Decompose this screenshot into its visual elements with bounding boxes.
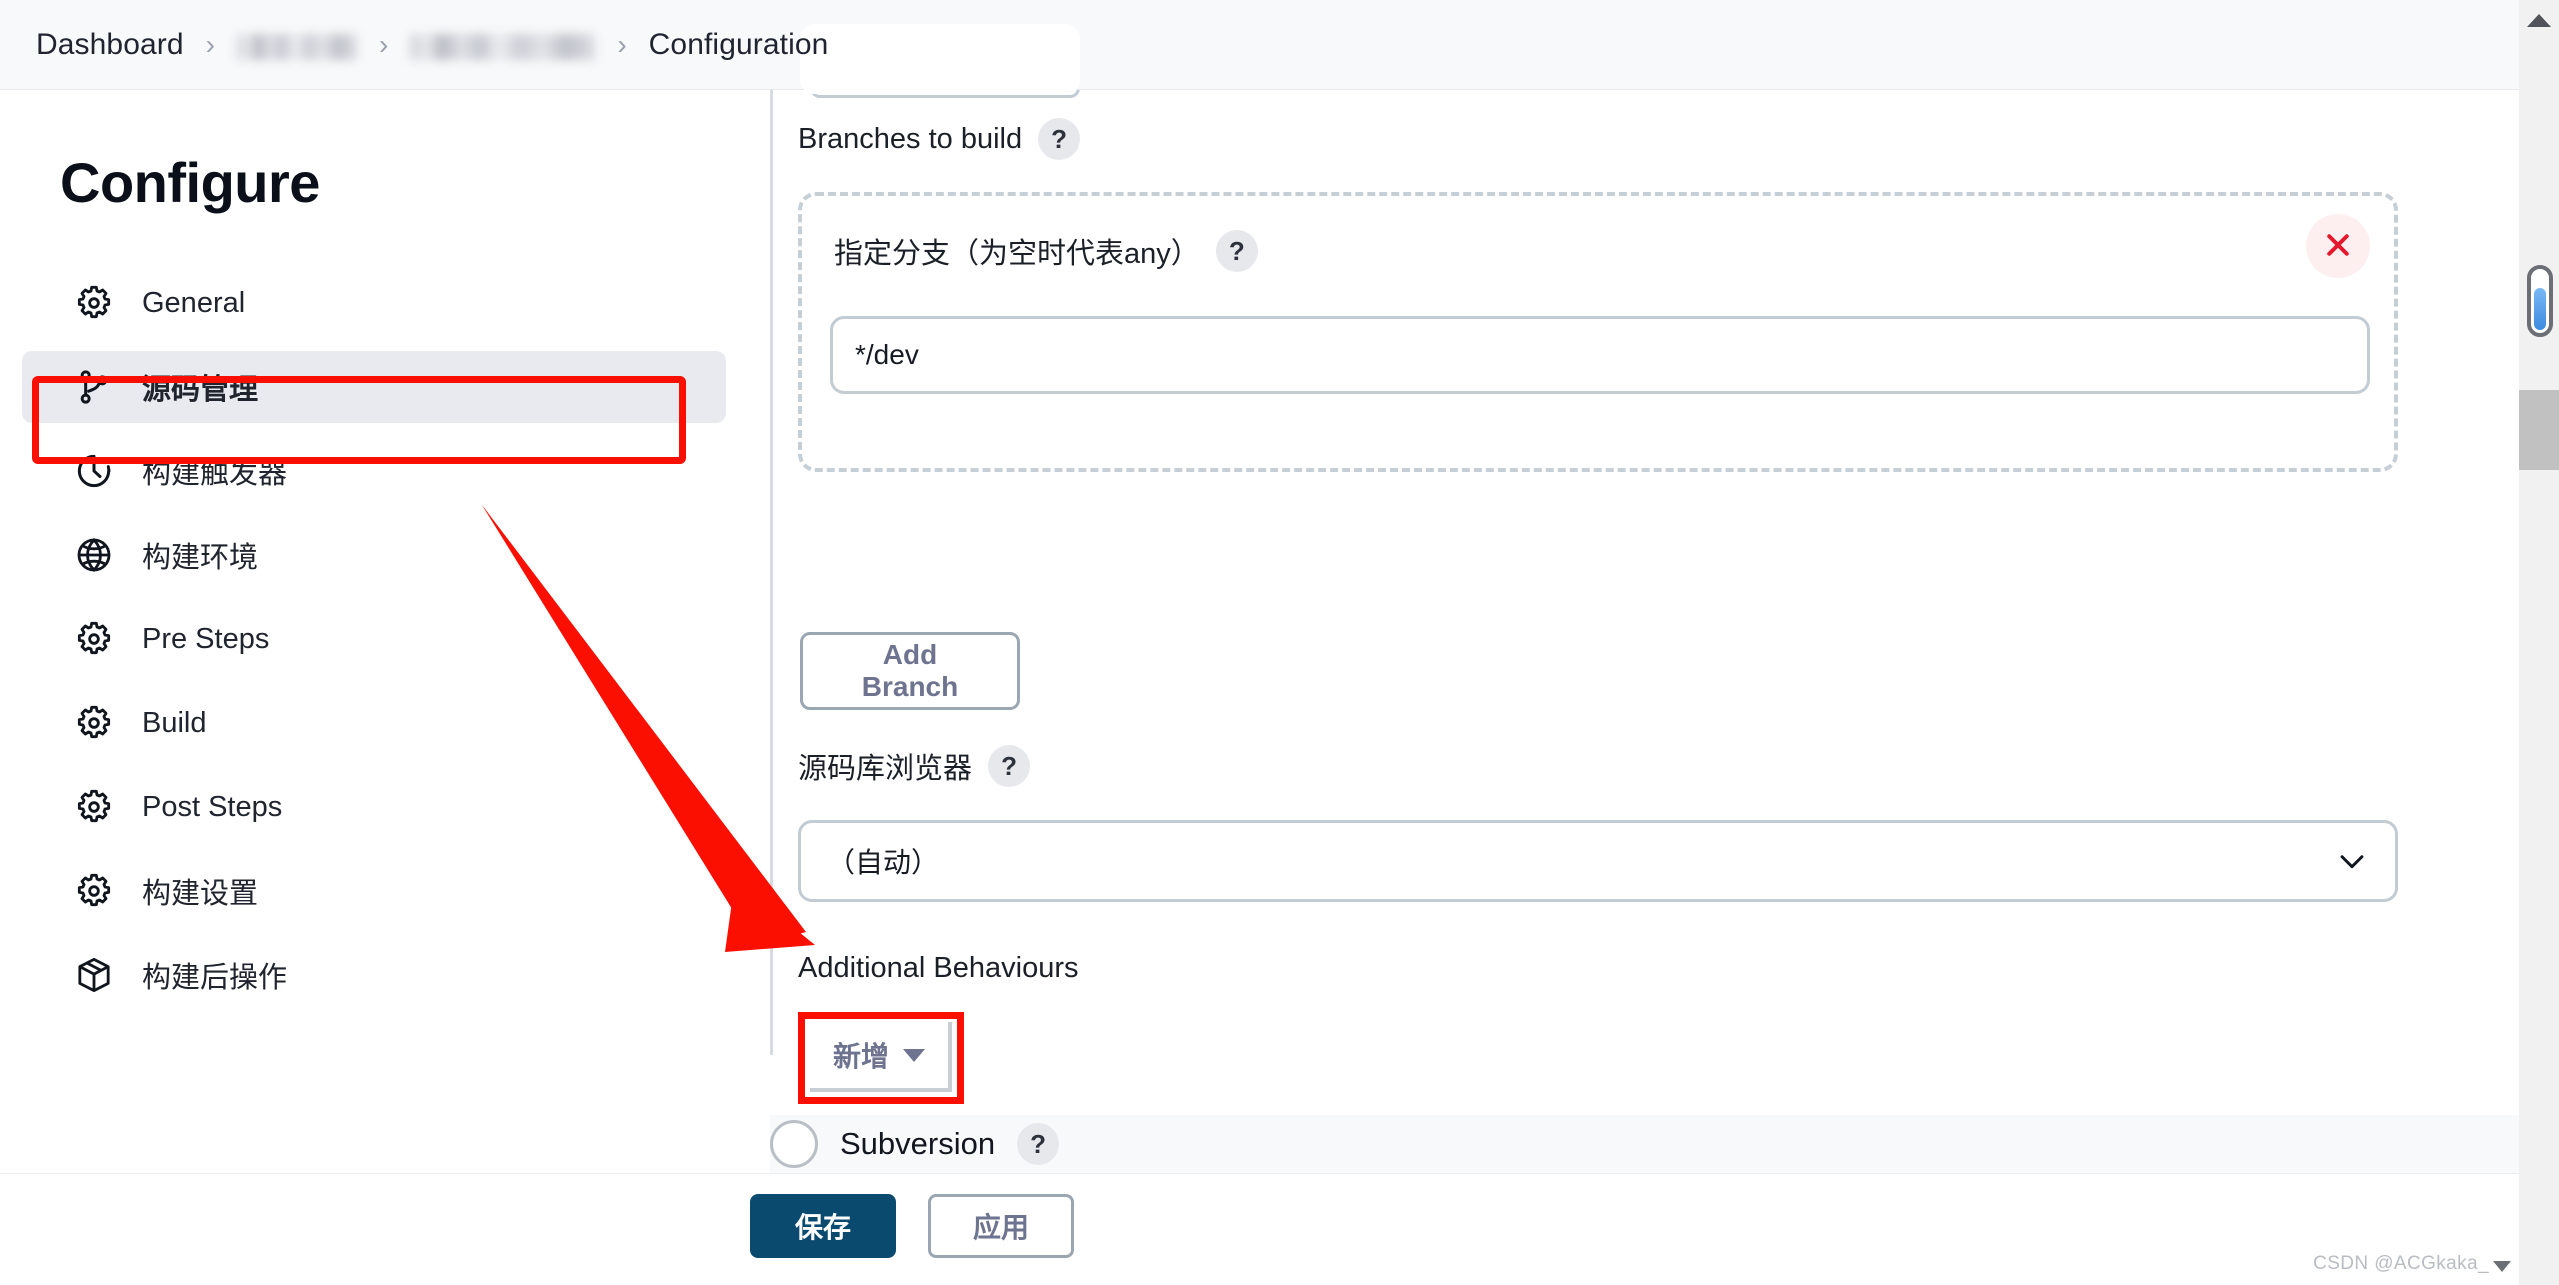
breadcrumb-item-configuration[interactable]: Configuration — [649, 28, 829, 62]
sidebar-item-label: Pre Steps — [142, 622, 270, 655]
add-branch-button[interactable]: Add Branch — [800, 632, 1020, 710]
breadcrumb-ghost-tab — [800, 24, 1080, 94]
scrollbar-thumb[interactable] — [2519, 390, 2559, 470]
remove-branch-button[interactable] — [2306, 214, 2370, 278]
sidebar-item-build-settings[interactable]: 构建设置 — [22, 855, 726, 927]
sidebar-item-general[interactable]: General — [22, 267, 726, 339]
page-title: Configure — [60, 151, 320, 214]
gear-icon — [74, 871, 114, 911]
breadcrumb: Dashboard › › › Configuration — [0, 0, 2519, 94]
close-icon — [2323, 230, 2353, 263]
sidebar-item-label: General — [142, 286, 246, 319]
sidebar-item-label: 源码管理 — [142, 374, 259, 406]
sidebar: Configure General 源码管理 构建触发器 构建环境 Pre St… — [0, 90, 770, 1285]
sidebar-item-post-build-actions[interactable]: 构建后操作 — [22, 939, 726, 1011]
scroll-marker-fill — [2534, 288, 2546, 330]
sidebar-item-post-steps[interactable]: Post Steps — [22, 771, 726, 843]
save-button[interactable]: 保存 — [750, 1194, 896, 1258]
add-behaviour-label: 新增 — [832, 1041, 889, 1072]
sidebar-item-build[interactable]: Build — [22, 687, 726, 759]
sidebar-item-build-environment[interactable]: 构建环境 — [22, 519, 726, 591]
breadcrumb-item-dashboard[interactable]: Dashboard — [36, 28, 184, 62]
breadcrumb-separator: › — [379, 28, 389, 60]
scroll-position-marker — [2527, 265, 2553, 337]
clock-icon — [74, 451, 114, 491]
help-icon[interactable]: ? — [1215, 230, 1258, 272]
sidebar-item-source-code-management[interactable]: 源码管理 — [22, 351, 726, 423]
gear-icon — [74, 787, 114, 827]
sidebar-item-label: 构建设置 — [142, 878, 259, 910]
branch-specifier-input[interactable] — [830, 316, 2370, 394]
sidebar-item-build-triggers[interactable]: 构建触发器 — [22, 435, 726, 507]
breadcrumb-separator: › — [617, 28, 627, 60]
main-panel: Branches to build ? 指定分支（为空时代表any） ? Add… — [770, 68, 2519, 1285]
footer-action-bar: 保存 应用 — [0, 1173, 2559, 1285]
sidebar-item-label: 构建触发器 — [142, 458, 288, 490]
gear-icon — [74, 283, 114, 323]
help-icon[interactable]: ? — [1017, 1123, 1060, 1165]
gear-icon — [74, 703, 114, 743]
help-icon[interactable]: ? — [988, 745, 1031, 787]
vertical-scrollbar[interactable] — [2519, 0, 2559, 1285]
subversion-option-row[interactable]: Subversion ? — [770, 1115, 2519, 1173]
watermark: CSDN @ACGkaka_ — [2313, 1253, 2511, 1275]
section-vertical-rule — [770, 90, 773, 1055]
branch-specifier-label: 指定分支（为空时代表any） ? — [834, 230, 1258, 272]
help-icon[interactable]: ? — [1038, 118, 1081, 160]
sidebar-item-pre-steps[interactable]: Pre Steps — [22, 603, 726, 675]
repository-browser-selected-value: （自动） — [827, 847, 940, 878]
watermark-caret-icon — [2493, 1260, 2511, 1272]
package-icon — [74, 955, 114, 995]
subversion-radio[interactable] — [770, 1120, 818, 1168]
sidebar-nav: General 源码管理 构建触发器 构建环境 Pre Steps Build … — [0, 261, 770, 1017]
chevron-down-icon — [2335, 844, 2369, 878]
git-branch-icon — [74, 367, 114, 407]
breadcrumb-separator: › — [205, 28, 215, 60]
repository-browser-label: 源码库浏览器 ? — [798, 745, 1031, 787]
branch-entry-block: 指定分支（为空时代表any） ? — [798, 192, 2398, 472]
additional-behaviours-label: Additional Behaviours — [798, 952, 1079, 984]
globe-icon — [74, 535, 114, 575]
sidebar-item-label: Build — [142, 706, 207, 739]
subversion-label: Subversion — [840, 1126, 996, 1161]
caret-down-icon — [903, 1048, 925, 1062]
branches-to-build-label: Branches to build ? — [798, 118, 1081, 160]
sidebar-item-label: 构建后操作 — [142, 962, 288, 994]
breadcrumb-item-redacted-2[interactable] — [410, 33, 596, 60]
apply-button[interactable]: 应用 — [928, 1194, 1074, 1258]
sidebar-item-label: 构建环境 — [142, 542, 259, 574]
add-behaviour-dropdown-button[interactable]: 新增 — [810, 1022, 952, 1092]
repository-browser-select[interactable]: （自动） — [798, 820, 2398, 902]
gear-icon — [74, 619, 114, 659]
watermark-text: CSDN @ACGkaka_ — [2313, 1253, 2489, 1274]
sidebar-item-label: Post Steps — [142, 790, 283, 823]
scroll-up-arrow-icon[interactable] — [2527, 14, 2551, 27]
breadcrumb-item-redacted-1[interactable] — [237, 33, 357, 60]
